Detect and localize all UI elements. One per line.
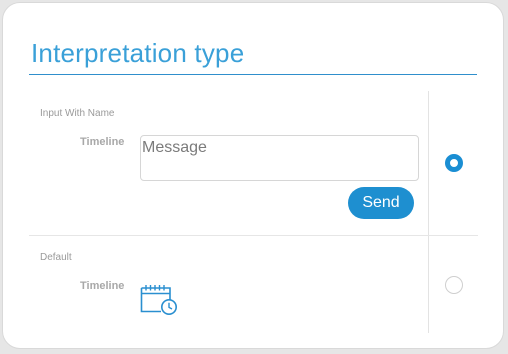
title-underline — [29, 74, 477, 75]
message-input[interactable] — [140, 135, 419, 181]
column-divider — [428, 91, 429, 333]
page-title: Interpretation type — [31, 38, 245, 68]
radio-input-with-name[interactable] — [445, 154, 463, 172]
send-button[interactable]: Send — [348, 187, 414, 219]
option-input-with-name-label: Input With Name — [40, 108, 115, 119]
timeline-label: Timeline — [80, 136, 125, 148]
row-divider — [29, 235, 478, 236]
calendar-clock-icon — [140, 285, 177, 315]
timeline-label: Timeline — [80, 280, 125, 292]
option-default-label: Default — [40, 252, 72, 263]
radio-default[interactable] — [445, 276, 463, 294]
